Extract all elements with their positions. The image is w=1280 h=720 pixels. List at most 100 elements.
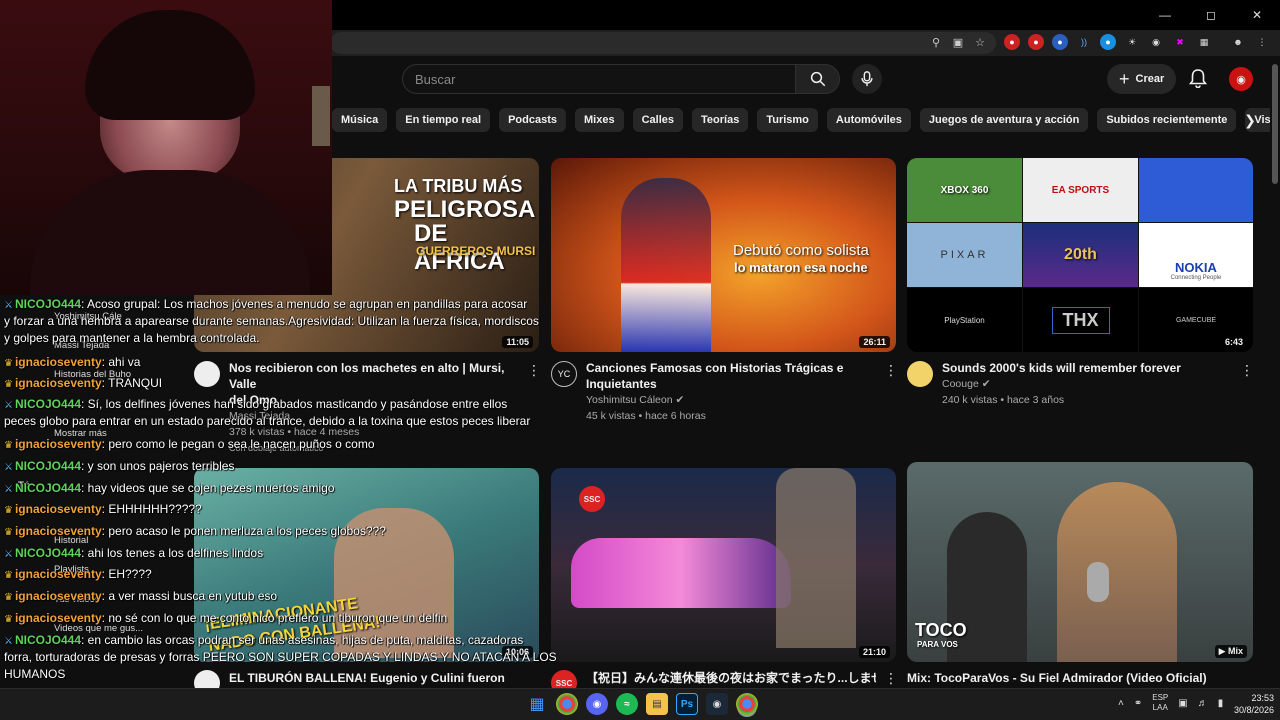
microphone-tray-icon[interactable]: ⚭ <box>1134 698 1142 709</box>
channel-avatar[interactable] <box>907 361 933 387</box>
profile-icon[interactable]: ☻ <box>1230 34 1246 50</box>
scrollbar-thumb[interactable] <box>1272 64 1278 184</box>
extensions-bar: ● ● ● )) ● ☀ ◉ ✖ ▦ ☻ ⋮ <box>1004 34 1270 50</box>
video-thumbnail[interactable]: SSC 21:10 <box>551 468 896 662</box>
video-thumbnail[interactable]: Debutó como solista lo mataron esa noche… <box>551 158 896 352</box>
search-input[interactable] <box>415 71 795 87</box>
sword-badge-icon: ⚔ <box>4 549 13 560</box>
create-label: Crear <box>1135 73 1165 85</box>
system-clock[interactable]: 23:53 30/8/2026 <box>1226 692 1274 716</box>
create-button[interactable]: + Crear <box>1107 64 1177 94</box>
extension-icon[interactable]: ● <box>1100 34 1116 50</box>
video-title[interactable]: Nos recibieron con los machetes en alto … <box>229 360 519 392</box>
address-bar[interactable] <box>330 32 996 54</box>
video-duration: 26:11 <box>859 336 890 348</box>
chat-username: NICOJO444 <box>14 297 81 311</box>
chat-username: NICOJO444 <box>14 481 81 495</box>
category-chip[interactable]: Turismo <box>757 108 818 132</box>
category-chip[interactable]: Automóviles <box>826 108 911 132</box>
search-button[interactable] <box>796 64 840 94</box>
video-menu-icon[interactable]: ⋮ <box>884 362 898 379</box>
extension-icon[interactable]: ● <box>1028 34 1044 50</box>
zoom-icon[interactable]: ⚲ <box>928 34 944 50</box>
video-menu-icon[interactable]: ⋮ <box>1240 362 1254 379</box>
keyboard-layout: LAA <box>1152 703 1168 712</box>
logo-text: 20th <box>1064 246 1097 263</box>
chat-message: ⚔ NICOJO444: y son unos pajeros terribles <box>4 458 234 476</box>
chat-username: NICOJO444 <box>14 459 81 473</box>
menu-kebab-icon[interactable]: ⋮ <box>1254 34 1270 50</box>
video-menu-icon[interactable]: ⋮ <box>527 362 541 379</box>
category-chip[interactable]: Podcasts <box>499 108 567 132</box>
video-title[interactable]: Sounds 2000's kids will remember forever <box>942 360 1232 376</box>
puzzle-icon[interactable]: ▦ <box>1196 34 1212 50</box>
volume-icon[interactable]: ♬ <box>1198 698 1208 709</box>
video-info: Canciones Famosas con Historias Trágicas… <box>586 360 876 424</box>
category-chip[interactable]: Juegos de aventura y acción <box>919 108 1089 132</box>
chat-message: ♛ ignacioseventy: a ver massi busca en yu… <box>4 588 277 606</box>
chrome-active-icon[interactable] <box>736 693 758 715</box>
chat-username: ignacioseventy <box>14 355 102 369</box>
chat-text: : Sí, los delfines jóvenes han sido grab… <box>81 397 508 411</box>
video-thumbnail[interactable]: TOCO PARA VOS ▶ Mix <box>907 462 1253 662</box>
channel-avatar[interactable]: YC <box>551 361 577 387</box>
extension-icon[interactable]: ✖ <box>1172 34 1188 50</box>
start-icon[interactable]: ▦ <box>526 693 548 715</box>
battery-icon[interactable]: ▮ <box>1218 698 1224 709</box>
category-chip[interactable]: Teorías <box>692 108 749 132</box>
background-frame <box>312 86 330 146</box>
thumb-text: PARA VOS <box>917 640 958 649</box>
maximize-icon[interactable]: ◻ <box>1188 0 1234 30</box>
chat-message: ♛ ignacioseventy: EH???? <box>4 566 152 584</box>
notifications-button[interactable] <box>1186 66 1210 90</box>
discord-icon[interactable]: ◉ <box>586 693 608 715</box>
taskbar-apps: ▦ ◉ ≈ ▤ Ps ◉ <box>526 693 758 715</box>
video-title[interactable]: Canciones Famosas con Historias Trágicas… <box>586 360 876 376</box>
category-chip[interactable]: Calles <box>632 108 684 132</box>
chat-username: ignacioseventy <box>14 589 102 603</box>
network-icon[interactable]: ▣ <box>1178 698 1187 709</box>
extension-icon[interactable]: ● <box>1004 34 1020 50</box>
video-stats: 240 k vistas • hace 3 años <box>942 394 1065 406</box>
video-title[interactable]: Inquietantes <box>586 376 876 392</box>
chat-text: : pero como le pegan o sea le nacen puño… <box>101 437 375 451</box>
minimize-icon[interactable]: — <box>1142 0 1188 30</box>
extension-icon[interactable]: ☀ <box>1124 34 1140 50</box>
category-chip[interactable]: Música <box>332 108 388 132</box>
thumb-car <box>571 538 791 608</box>
video-menu-icon[interactable]: ⋮ <box>884 670 898 687</box>
photoshop-icon[interactable]: Ps <box>676 693 698 715</box>
close-icon[interactable]: ✕ <box>1234 0 1280 30</box>
video-duration: 6:43 <box>1220 336 1247 348</box>
chat-message: ♛ ignacioseventy: pero acaso le ponen mer… <box>4 523 386 541</box>
extension-icon[interactable]: ◉ <box>1148 34 1164 50</box>
chrome-icon[interactable] <box>556 693 578 715</box>
channel-name[interactable]: Coouge ✔ <box>942 376 1232 392</box>
category-chip[interactable]: Mixes <box>575 108 624 132</box>
channel-avatar[interactable] <box>194 361 220 387</box>
extension-icon[interactable]: ● <box>1052 34 1068 50</box>
folder-icon[interactable]: ▤ <box>646 693 668 715</box>
voice-search-button[interactable] <box>852 64 882 94</box>
video-title[interactable]: Mix: TocoParaVos - Su Fiel Admirador (Vi… <box>907 670 1227 686</box>
extension-icon[interactable]: )) <box>1076 34 1092 50</box>
bookmark-star-icon[interactable]: ☆ <box>972 34 988 50</box>
chevron-up-icon[interactable]: ˄ <box>1118 698 1124 709</box>
verified-icon: ✔ <box>675 394 685 406</box>
language-indicator[interactable]: ESP LAA <box>1152 693 1168 713</box>
chat-message: ⚔ NICOJO444: Acoso grupal: Los machos jóv… <box>4 296 527 314</box>
chips-next-button[interactable]: ❯ <box>1238 108 1262 132</box>
chat-username: ignacioseventy <box>14 376 102 390</box>
system-tray: ˄ ⚭ ESP LAA ▣ ♬ ▮ <box>1118 693 1223 713</box>
video-title[interactable]: 【祝日】みんな連休最後の夜はお家でまったり...しませ <box>586 670 876 686</box>
sword-badge-icon: ⚔ <box>4 400 13 411</box>
thumb-microphone <box>1087 562 1109 602</box>
spotify-icon[interactable]: ≈ <box>616 693 638 715</box>
video-thumbnail[interactable]: XBOX 360 EA SPORTS PIXAR 20th NOKIA Conne… <box>907 158 1253 352</box>
channel-name[interactable]: Yoshimitsu Cáleon ✔ <box>586 392 876 408</box>
category-chip[interactable]: Subidos recientemente <box>1097 108 1237 132</box>
category-chip[interactable]: En tiempo real <box>396 108 491 132</box>
cast-icon[interactable]: ▣ <box>950 34 966 50</box>
account-avatar[interactable]: ◉ <box>1229 67 1253 91</box>
steam-icon[interactable]: ◉ <box>706 693 728 715</box>
